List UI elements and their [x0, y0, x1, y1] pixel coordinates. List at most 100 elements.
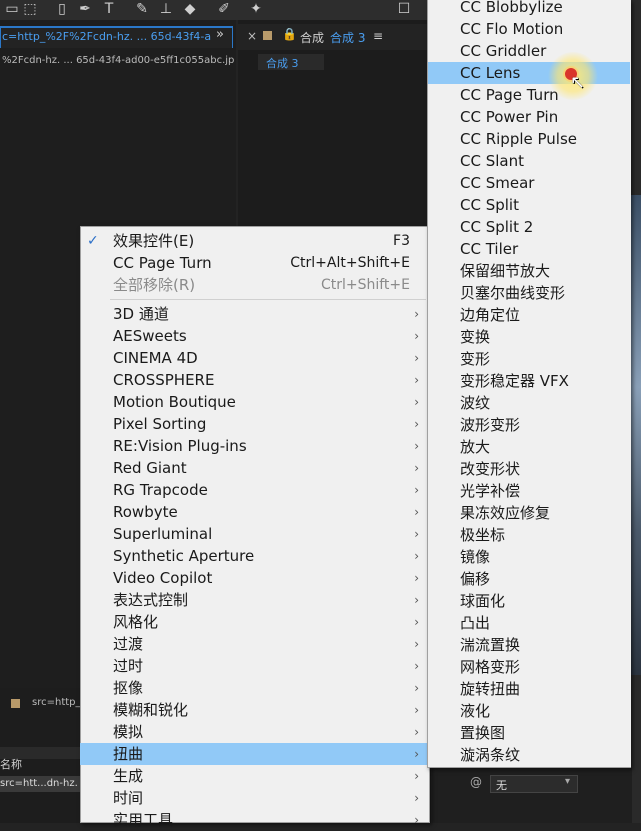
submenu-item[interactable]: AESweets › [80, 325, 429, 347]
submenu-item[interactable]: Motion Boutique › [80, 391, 429, 413]
effect-menu-item[interactable]: CC Blobbylize [428, 0, 630, 18]
effect-menu-item[interactable]: 置换图 [428, 722, 630, 744]
submenu-item[interactable]: 风格化 › [80, 611, 429, 633]
effect-menu-item[interactable]: 变形稳定器 VFX [428, 370, 630, 392]
effect-menu-item[interactable]: CC Slant [428, 150, 630, 172]
menu-item-label: RG Trapcode [113, 481, 208, 499]
chevron-right-icon: › [414, 439, 419, 453]
submenu-item[interactable]: 扭曲 › [80, 743, 429, 765]
effect-menu-item[interactable]: CC Page Turn [428, 84, 630, 106]
brush-tool-icon[interactable]: ✎ [134, 1, 150, 17]
submenu-item[interactable]: CINEMA 4D › [80, 347, 429, 369]
effect-menu-item[interactable]: 旋转扭曲 [428, 678, 630, 700]
submenu-item[interactable]: 生成 › [80, 765, 429, 787]
effect-menu-item[interactable]: CC Griddler [428, 40, 630, 62]
comp-name-dropdown[interactable]: 合成 3 [330, 29, 365, 46]
effect-menu-item[interactable]: 保留细节放大 [428, 260, 630, 282]
stamp-tool-icon[interactable]: ⊥ [158, 1, 174, 17]
timeline-color-swatch [11, 699, 20, 708]
effect-menu-item[interactable]: CC Flo Motion [428, 18, 630, 40]
submenu-item[interactable]: 表达式控制 › [80, 589, 429, 611]
close-icon[interactable]: × [247, 29, 257, 43]
effect-menu-item[interactable]: 边角定位 [428, 304, 630, 326]
submenu-item[interactable]: 3D 通道 › [80, 303, 429, 325]
submenu-item[interactable]: CROSSPHERE › [80, 369, 429, 391]
submenu-item[interactable]: 模糊和锐化 › [80, 699, 429, 721]
effect-menu-item[interactable]: CC Lens [428, 62, 630, 84]
effect-menu-item[interactable]: 极坐标 [428, 524, 630, 546]
selection-tool-icon[interactable]: ⬚ [22, 1, 38, 17]
effect-menu-item[interactable]: 变形 [428, 348, 630, 370]
effect-menu-item[interactable]: 偏移 [428, 568, 630, 590]
submenu-item[interactable]: Rowbyte › [80, 501, 429, 523]
layer-row[interactable]: src=htt...dn-hz. [0, 776, 80, 792]
panel-overflow-icon[interactable]: » [216, 27, 224, 42]
menu-item-label: 波纹 [460, 394, 491, 412]
effect-menu-item[interactable]: 光学补偿 [428, 480, 630, 502]
pen-tool-icon[interactable]: ✒ [77, 1, 93, 17]
roto-brush-icon[interactable]: ✐ [216, 1, 232, 17]
effect-menu-item[interactable]: CC Split 2 [428, 216, 630, 238]
menu-item-label: RE:Vision Plug-ins [113, 437, 247, 455]
panel-menu-icon[interactable]: ≡ [373, 29, 383, 43]
submenu-item[interactable]: 过渡 › [80, 633, 429, 655]
chevron-right-icon: › [414, 703, 419, 717]
submenu-item[interactable]: 抠像 › [80, 677, 429, 699]
effect-menu-item[interactable]: 放大 [428, 436, 630, 458]
submenu-item[interactable]: RE:Vision Plug-ins › [80, 435, 429, 457]
hand-tool-icon[interactable]: ▭ [4, 1, 20, 17]
rectangle-tool-icon[interactable]: ▯ [54, 1, 70, 17]
submenu-item[interactable]: 时间 › [80, 787, 429, 809]
effect-menu-item[interactable]: CC Ripple Pulse [428, 128, 630, 150]
submenu-item[interactable]: 实用工具 › [80, 809, 429, 831]
timeline-tab-label[interactable]: src=http_ [32, 697, 81, 708]
menu-item-label: CROSSPHERE [113, 371, 215, 389]
pin-tool-icon[interactable]: ✦ [248, 1, 264, 17]
menu-item-label: CC Lens [460, 64, 521, 82]
submenu-item[interactable]: Video Copilot › [80, 567, 429, 589]
effect-menu-item[interactable]: CC Split [428, 194, 630, 216]
menu-item-label: CINEMA 4D [113, 349, 198, 367]
effect-menu-item[interactable]: 贝塞尔曲线变形 [428, 282, 630, 304]
effect-menu-item[interactable]: 湍流置换 [428, 634, 630, 656]
menu-item-label: 变形 [460, 350, 491, 368]
chevron-right-icon: › [414, 681, 419, 695]
submenu-item[interactable]: 过时 › [80, 655, 429, 677]
text-tool-icon[interactable]: T [101, 1, 117, 17]
effect-menu-item[interactable]: CC Smear [428, 172, 630, 194]
effect-menu-item[interactable]: 网格变形 [428, 656, 630, 678]
menu-item-label: CC Slant [460, 152, 524, 170]
submenu-item[interactable]: RG Trapcode › [80, 479, 429, 501]
effect-menu-item[interactable]: 球面化 [428, 590, 630, 612]
checkbox-icon[interactable]: ☐ [396, 1, 412, 17]
effect-menu-item[interactable]: 凸出 [428, 612, 630, 634]
submenu-item[interactable]: Superluminal › [80, 523, 429, 545]
lock-icon[interactable]: 🔒 [282, 27, 297, 41]
submenu-item[interactable]: Pixel Sorting › [80, 413, 429, 435]
menu-item[interactable]: ✓ 效果控件(E) F3 [80, 230, 429, 252]
menu-item[interactable]: CC Page Turn Ctrl+Alt+Shift+E [80, 252, 429, 274]
effect-menu-item[interactable]: 改变形状 [428, 458, 630, 480]
menu-item-label: 实用工具 [113, 811, 174, 829]
effect-menu-item[interactable]: 漩涡条纹 [428, 744, 630, 766]
menu-item-label: Synthetic Aperture [113, 547, 255, 565]
submenu-item[interactable]: Red Giant › [80, 457, 429, 479]
effect-menu-item[interactable]: 果冻效应修复 [428, 502, 630, 524]
menu-item-label: 时间 [113, 789, 144, 807]
effect-menu-item[interactable]: CC Tiler [428, 238, 630, 260]
chevron-right-icon: › [414, 483, 419, 497]
menu-item-label: 置换图 [460, 724, 506, 742]
effect-menu-item[interactable]: 波形变形 [428, 414, 630, 436]
submenu-item[interactable]: 模拟 › [80, 721, 429, 743]
effect-menu-item[interactable]: 液化 [428, 700, 630, 722]
effect-menu-item[interactable]: 镜像 [428, 546, 630, 568]
submenu-item[interactable]: Synthetic Aperture › [80, 545, 429, 567]
effect-menu-item[interactable]: 波纹 [428, 392, 630, 414]
effect-menu-item[interactable]: 变换 [428, 326, 630, 348]
menu-item-label: 变形稳定器 VFX [460, 372, 569, 390]
project-tab-label: c=http_%2F%2Fcdn-hz. ... 65d-43f4-a [2, 30, 212, 43]
effect-menu-item[interactable]: CC Power Pin [428, 106, 630, 128]
eraser-tool-icon[interactable]: ◆ [182, 1, 198, 17]
menu-item-label: 极坐标 [460, 526, 506, 544]
parent-pickwhip-icon[interactable]: @ [470, 775, 482, 789]
